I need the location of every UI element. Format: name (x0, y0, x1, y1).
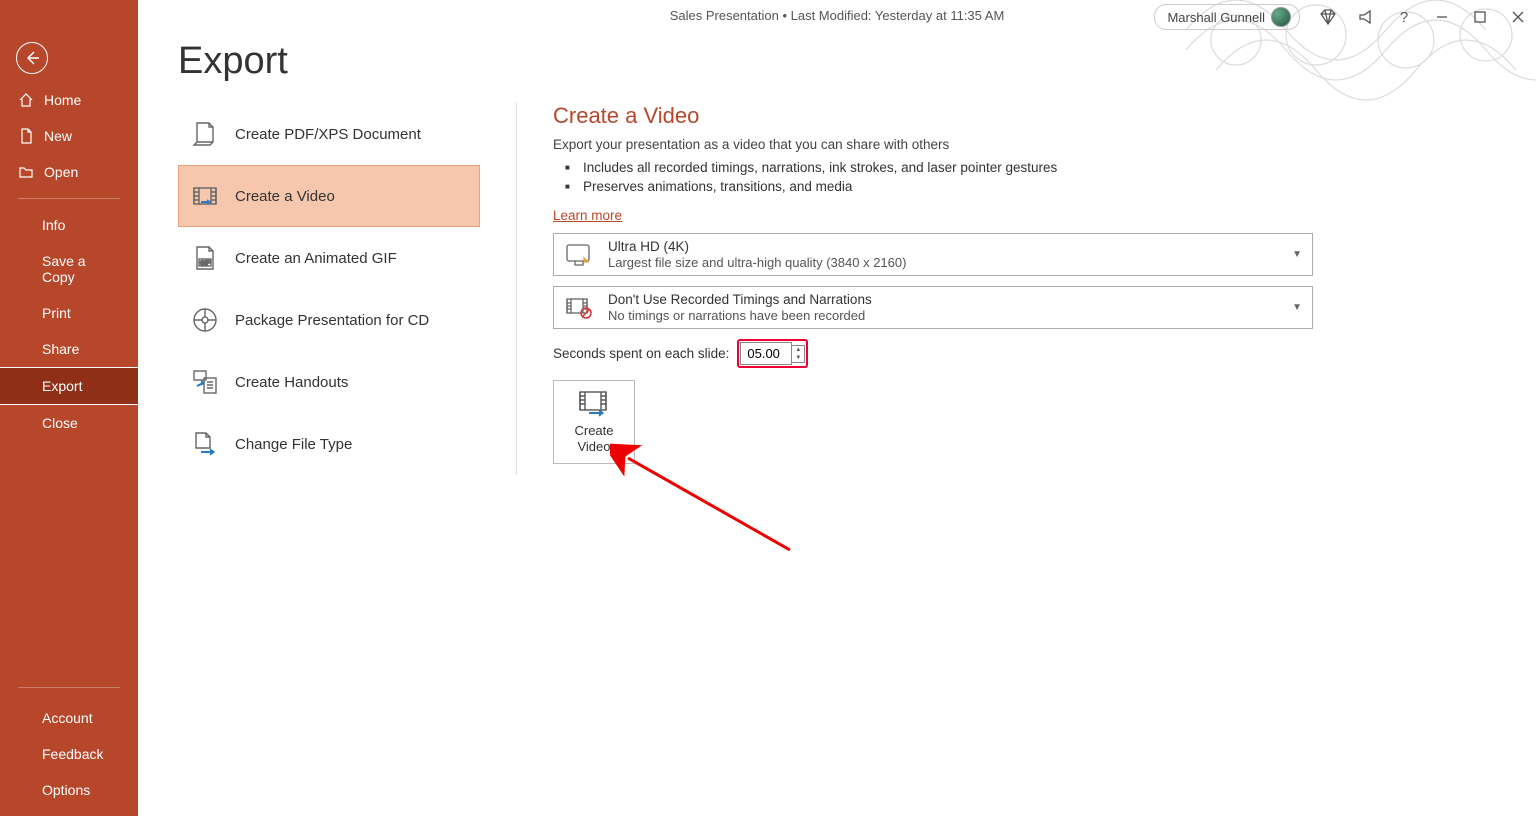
document-icon (18, 128, 34, 144)
film-no-icon (564, 295, 594, 321)
svg-text:GIF: GIF (200, 261, 210, 267)
nav-label: Save a Copy (42, 253, 120, 285)
detail-subtext: Export your presentation as a video that… (553, 137, 1496, 152)
video-icon (191, 182, 219, 210)
help-icon[interactable]: ? (1394, 7, 1414, 27)
maximize-button[interactable] (1470, 7, 1490, 27)
nav-info[interactable]: Info (0, 207, 138, 243)
export-label: Create a Video (235, 188, 335, 205)
nav-label: Print (42, 305, 71, 321)
nav-label: Share (42, 341, 79, 357)
nav-new[interactable]: New (0, 118, 138, 154)
export-label: Change File Type (235, 436, 352, 453)
gif-icon: GIF (191, 244, 219, 272)
export-label: Create PDF/XPS Document (235, 126, 421, 143)
user-account[interactable]: Marshall Gunnell (1154, 4, 1300, 30)
megaphone-icon[interactable] (1356, 7, 1376, 27)
minimize-button[interactable] (1432, 7, 1452, 27)
seconds-input[interactable] (740, 342, 792, 365)
nav-label: Close (42, 415, 78, 431)
nav-label: Options (42, 782, 90, 798)
nav-label: Info (42, 217, 65, 233)
monitor-icon (564, 242, 594, 268)
export-label: Package Presentation for CD (235, 312, 429, 329)
bullet-item: Includes all recorded timings, narration… (565, 158, 1496, 177)
export-label: Create an Animated GIF (235, 250, 397, 267)
handouts-icon (191, 368, 219, 396)
export-gif[interactable]: GIF Create an Animated GIF (178, 227, 480, 289)
nav-label: Feedback (42, 746, 103, 762)
nav-label: New (44, 128, 72, 144)
nav-print[interactable]: Print (0, 295, 138, 331)
nav-open[interactable]: Open (0, 154, 138, 190)
export-handouts[interactable]: Create Handouts (178, 351, 480, 413)
export-filetype[interactable]: Change File Type (178, 413, 480, 475)
timings-desc: No timings or narrations have been recor… (608, 308, 872, 323)
export-cd[interactable]: Package Presentation for CD (178, 289, 480, 351)
back-button[interactable] (16, 42, 48, 74)
export-pdf[interactable]: Create PDF/XPS Document (178, 103, 480, 165)
cd-icon (191, 306, 219, 334)
nav-close[interactable]: Close (0, 405, 138, 441)
nav-share[interactable]: Share (0, 331, 138, 367)
document-title: Sales Presentation • Last Modified: Yest… (670, 8, 1005, 23)
pdf-icon (191, 120, 219, 148)
filetype-icon (191, 430, 219, 458)
spin-up-button[interactable]: ▲ (792, 346, 804, 354)
timings-title: Don't Use Recorded Timings and Narration… (608, 292, 872, 307)
home-icon (18, 92, 34, 108)
nav-home[interactable]: Home (0, 82, 138, 118)
export-video[interactable]: Create a Video (178, 165, 480, 227)
user-name: Marshall Gunnell (1167, 10, 1265, 25)
nav-label: Home (44, 92, 81, 108)
spin-down-button[interactable]: ▼ (792, 354, 804, 362)
chevron-down-icon: ▼ (1292, 249, 1302, 260)
close-button[interactable] (1508, 7, 1528, 27)
divider (18, 687, 120, 688)
nav-label: Open (44, 164, 78, 180)
nav-save-copy[interactable]: Save a Copy (0, 243, 138, 295)
quality-dropdown[interactable]: Ultra HD (4K) Largest file size and ultr… (553, 233, 1313, 276)
nav-options[interactable]: Options (0, 772, 138, 808)
detail-heading: Create a Video (553, 103, 1496, 129)
quality-title: Ultra HD (4K) (608, 239, 906, 254)
nav-label: Export (42, 378, 82, 394)
titlebar: Sales Presentation • Last Modified: Yest… (138, 0, 1536, 30)
video-export-icon (577, 389, 611, 417)
export-options-list: Create PDF/XPS Document Create a Video G… (178, 103, 480, 475)
bullet-item: Preserves animations, transitions, and m… (565, 177, 1496, 196)
page-title: Export (178, 40, 1496, 83)
create-video-label: Create Video (574, 423, 613, 454)
nav-export[interactable]: Export (0, 367, 139, 405)
create-video-button[interactable]: Create Video (553, 380, 635, 464)
divider (18, 198, 120, 199)
export-label: Create Handouts (235, 374, 348, 391)
nav-feedback[interactable]: Feedback (0, 736, 138, 772)
seconds-label: Seconds spent on each slide: (553, 346, 729, 361)
folder-icon (18, 164, 34, 180)
quality-desc: Largest file size and ultra-high quality… (608, 255, 906, 270)
timings-dropdown[interactable]: Don't Use Recorded Timings and Narration… (553, 286, 1313, 329)
avatar (1271, 7, 1291, 27)
backstage-sidebar: Home New Open Info Save a Copy Print Sha… (0, 0, 138, 816)
content-area: Export Create PDF/XPS Document Create a … (138, 30, 1536, 816)
detail-panel: Create a Video Export your presentation … (516, 103, 1496, 475)
diamond-icon[interactable] (1318, 7, 1338, 27)
chevron-down-icon: ▼ (1292, 302, 1302, 313)
nav-account[interactable]: Account (0, 700, 138, 736)
nav-label: Account (42, 710, 93, 726)
learn-more-link[interactable]: Learn more (553, 208, 622, 223)
seconds-spinner-highlight: ▲ ▼ (737, 339, 808, 368)
